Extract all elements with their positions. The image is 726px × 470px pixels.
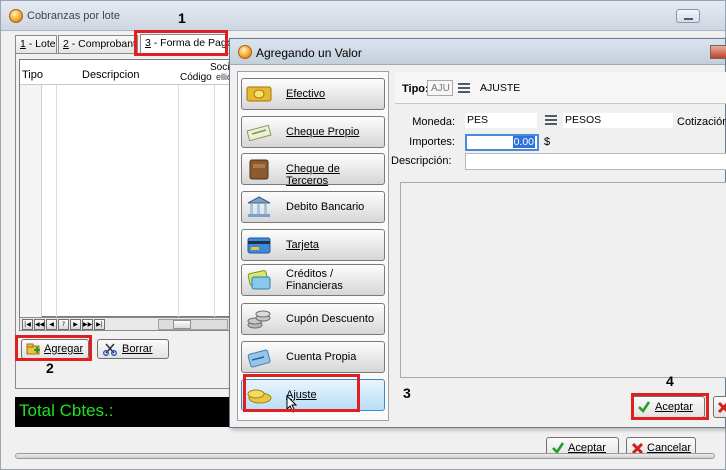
importes-value: 0.00 (512, 136, 535, 148)
nav-first-button[interactable]: |◀ (22, 319, 33, 330)
coins-stack-icon (247, 310, 271, 329)
method-tarjeta-button[interactable]: Tarjeta (241, 229, 385, 261)
currency-symbol: $ (544, 136, 551, 148)
nav-prev-page-button[interactable]: ◀◀ (34, 319, 45, 330)
scissors-icon (103, 343, 117, 356)
tab-label: - Lote (25, 38, 56, 50)
method-label-line2: Financieras (286, 280, 343, 292)
annotation-number: 3 (403, 385, 411, 401)
nav-help-button[interactable]: ? (58, 319, 69, 330)
check-icon (246, 124, 272, 142)
moneda-code-field[interactable]: PES (465, 113, 537, 128)
annotation-number: 1 (178, 10, 186, 26)
method-creditos-financieras-button[interactable]: Créditos / Financieras (241, 264, 385, 296)
scrollbar-thumb[interactable] (173, 320, 191, 329)
tab-label: - Comprobantes (71, 38, 137, 50)
total-bar: Total Cbtes.: (15, 397, 235, 427)
minimize-button[interactable] (676, 9, 700, 23)
dialog-cancelar-button[interactable] (713, 396, 726, 418)
tipo-label: Tipo: (402, 83, 429, 95)
method-label: Tarjeta (286, 239, 320, 251)
annotation-box-3 (243, 374, 360, 412)
column-header-descripcion[interactable]: Descripcion (82, 69, 139, 81)
descripcion-input[interactable] (465, 153, 726, 170)
nav-next-button[interactable]: ▶ (70, 319, 81, 330)
window-title: Cobranzas por lote (27, 10, 120, 22)
method-label: Debito Bancario (286, 201, 365, 213)
cards-icon (247, 270, 271, 290)
annotation-number: 4 (666, 373, 674, 389)
method-label: Cuenta Propia (286, 351, 357, 363)
descripcion-label: Descripción: (391, 155, 452, 167)
app-icon (238, 45, 252, 59)
borrar-button[interactable]: Borrar (97, 339, 169, 359)
nav-last-button[interactable]: ▶| (94, 319, 105, 330)
detail-area (400, 182, 726, 378)
tab-comprobantes[interactable]: 2 - Comprobantes (58, 35, 138, 53)
method-cuenta-propia-button[interactable]: Cuenta Propia (241, 341, 385, 373)
column-header-tipo[interactable]: Tipo (22, 69, 43, 81)
tipo-description: AJUSTE (480, 82, 521, 94)
tipo-lookup-icon[interactable] (458, 83, 470, 93)
agregando-valor-dialog: Agregando un Valor Efectivo Cheque Propi… (229, 38, 726, 428)
nav-prev-button[interactable]: ◀ (46, 319, 57, 330)
cotizacion-label: Cotización (677, 116, 726, 128)
bank-icon (247, 196, 271, 217)
wallet-icon (249, 159, 269, 180)
dialog-title-bar: Agregando un Valor (230, 39, 726, 65)
annotation-box-2 (15, 335, 92, 361)
nav-next-page-button[interactable]: ▶▶ (82, 319, 93, 330)
status-bar (15, 453, 715, 459)
method-cupon-descuento-button[interactable]: Cupón Descuento (241, 303, 385, 335)
bank-card-icon (247, 349, 271, 368)
payments-grid[interactable]: Tipo Descripcion Socio Código ellid (19, 59, 235, 317)
valor-form: Tipo: AJU AJUSTE Moneda: PES PESOS Cotiz… (391, 72, 726, 421)
credit-card-icon (247, 237, 271, 254)
grid-header-divider (20, 84, 230, 85)
dialog-close-button[interactable] (710, 45, 726, 59)
method-debito-bancario-button[interactable]: Debito Bancario (241, 191, 385, 223)
method-label: Efectivo (286, 88, 326, 100)
moneda-description: PESOS (563, 113, 673, 128)
grid-column-line (56, 85, 57, 317)
row-selector-column (20, 85, 42, 317)
annotation-box-4 (631, 393, 709, 420)
importes-input[interactable]: 0.00 (465, 134, 539, 151)
total-cbtes-label: Total Cbtes.: (19, 401, 114, 420)
moneda-label: Moneda: (412, 116, 455, 128)
method-label: Cheque Propio (286, 126, 360, 138)
method-label-line1: Créditos / (286, 268, 334, 280)
tab-lote[interactable]: 1 - Lote (15, 35, 57, 53)
grid-column-line (214, 85, 215, 317)
method-label: Cheque de Terceros (286, 163, 340, 187)
tipo-row: Tipo: AJU AJUSTE (395, 72, 726, 104)
annotation-number: 2 (46, 360, 54, 376)
horizontal-scrollbar[interactable] (158, 319, 228, 330)
method-cheque-terceros-button[interactable]: Cheque de Terceros (241, 153, 385, 187)
method-efectivo-button[interactable]: Efectivo (241, 78, 385, 110)
dialog-title: Agregando un Valor (256, 46, 362, 60)
column-header-codigo[interactable]: Código (180, 72, 212, 83)
borrar-label: Borrar (122, 343, 153, 355)
close-icon (717, 401, 726, 414)
method-label: Créditos / Financieras (286, 268, 343, 292)
record-navigator: |◀ ◀◀ ◀ ? ▶ ▶▶ ▶| (19, 317, 231, 331)
title-bar: Cobranzas por lote (1, 1, 725, 31)
app-icon (9, 9, 23, 23)
annotation-box-1 (134, 30, 228, 56)
grid-column-line (178, 85, 179, 317)
tipo-code-field[interactable]: AJU (427, 80, 453, 96)
importes-label: Importes: (409, 136, 455, 148)
cash-icon (246, 86, 272, 102)
moneda-lookup-icon[interactable] (545, 115, 557, 125)
method-cheque-propio-button[interactable]: Cheque Propio (241, 116, 385, 148)
method-label: Cupón Descuento (286, 313, 375, 325)
